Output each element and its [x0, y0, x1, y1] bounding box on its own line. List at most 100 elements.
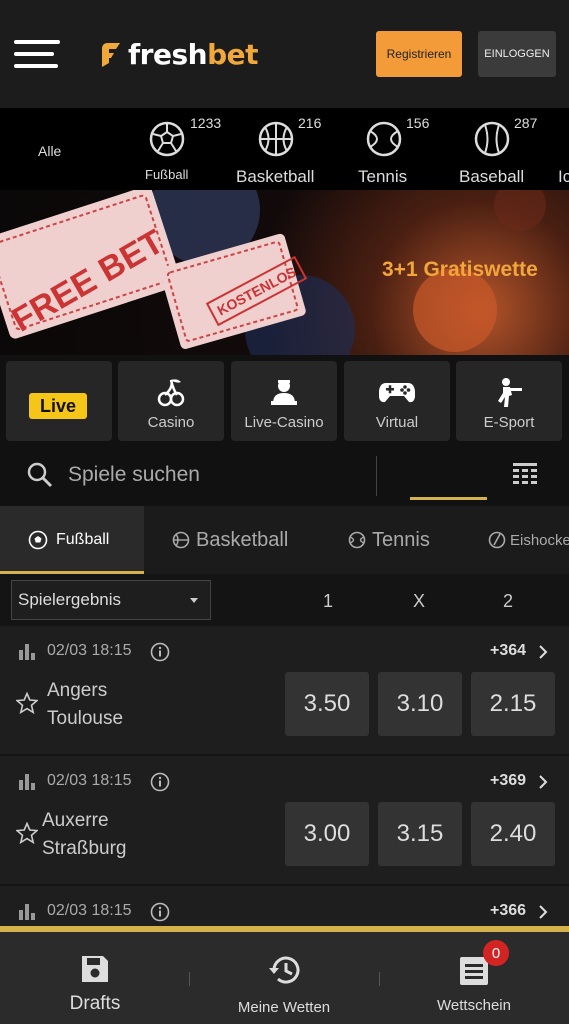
search-icon[interactable]	[27, 462, 53, 488]
quick-tiles: Live Casino Live-Casino Virtual E-Sport	[0, 355, 569, 448]
tile-esport[interactable]: E-Sport	[456, 361, 562, 441]
odd-away-button[interactable]: 2.40	[471, 802, 555, 866]
sport-label-fussball: Fußball	[145, 167, 189, 182]
match-row[interactable]: 02/03 18:15 +366	[0, 886, 569, 926]
cherries-icon	[157, 379, 185, 407]
search-input[interactable]: Spiele suchen	[68, 463, 200, 487]
tab-tennis[interactable]: Tennis	[348, 506, 458, 574]
sport-item-all[interactable]: Alle	[20, 108, 80, 190]
column-header-2: 2	[503, 591, 514, 611]
match-row[interactable]: 02/03 18:15 +369 Auxerre Straßburg 3.00 …	[0, 756, 569, 884]
chevron-down-icon	[190, 598, 198, 603]
tile-virtual[interactable]: Virtual	[344, 361, 450, 441]
odd-draw-button[interactable]: 3.15	[378, 802, 462, 866]
stats-icon[interactable]	[18, 643, 36, 661]
odd-draw-button[interactable]: 3.10	[378, 672, 462, 736]
stats-icon[interactable]	[18, 903, 36, 921]
info-icon[interactable]	[150, 772, 170, 792]
stats-icon[interactable]	[18, 773, 36, 791]
promo-banner[interactable]: FREE BET KOSTENLOS 3+1 Gratiswette	[0, 190, 569, 355]
match-datetime: 02/03 18:15	[47, 902, 132, 919]
odd-home-button[interactable]: 3.50	[285, 672, 369, 736]
banner-headline: 3+1 Gratiswette	[382, 258, 538, 281]
live-badge: Live	[29, 393, 87, 419]
sport-item-tennis[interactable]: 156 Tennis	[350, 108, 430, 190]
sport-tabs: Fußball Basketball Tennis Eishockey	[0, 506, 569, 574]
freshbet-logo[interactable]: freshbet	[100, 38, 259, 71]
sport-label-tennis: Tennis	[358, 167, 408, 186]
tile-live[interactable]: Live	[6, 361, 112, 441]
more-markets-count[interactable]: +366	[490, 902, 526, 920]
info-icon[interactable]	[150, 642, 170, 662]
nav-label-my-bets: Meine Wetten	[237, 999, 331, 1016]
market-select[interactable]: Spielergebnis	[11, 580, 211, 620]
match-datetime: 02/03 18:15	[47, 642, 132, 659]
info-icon[interactable]	[150, 902, 170, 922]
tile-label-live-casino: Live-Casino	[244, 414, 324, 431]
more-markets-count[interactable]: +369	[490, 772, 526, 790]
market-header: Spielergebnis 1 X 2	[0, 574, 569, 626]
nav-my-bets[interactable]: Meine Wetten	[224, 932, 344, 1024]
tab-basketball[interactable]: Basketball	[172, 506, 322, 574]
sport-item-partial[interactable]: Ic	[556, 108, 569, 190]
history-icon	[269, 956, 300, 984]
tab-fussball[interactable]: Fußball	[0, 506, 144, 574]
odd-away-button[interactable]: 2.15	[471, 672, 555, 736]
nav-label-betslip: Wettschein	[437, 997, 511, 1014]
gamepad-icon	[379, 383, 415, 403]
tennis-ball-icon	[366, 121, 402, 157]
sport-label-partial: Ic	[558, 167, 569, 186]
login-button[interactable]: EINLOGGEN	[478, 31, 556, 77]
baseball-icon	[474, 121, 510, 157]
tab-label-eishockey: Eishockey	[510, 531, 569, 549]
top-header: freshbet Registrieren EINLOGGEN	[0, 0, 569, 108]
soldier-icon	[498, 378, 522, 407]
basketball-icon	[258, 121, 294, 157]
chevron-right-icon[interactable]	[538, 645, 548, 659]
register-button[interactable]: Registrieren	[376, 31, 462, 77]
column-header-x: X	[413, 591, 426, 611]
floppy-disk-icon	[82, 956, 108, 982]
menu-icon[interactable]	[14, 40, 60, 70]
favorite-star-icon[interactable]	[16, 692, 38, 714]
dealer-icon	[271, 380, 297, 405]
chevron-right-icon[interactable]	[538, 775, 548, 789]
match-row[interactable]: 02/03 18:15 +364 Angers Toulouse 3.50 3.…	[0, 626, 569, 754]
logo-text-fresh: fresh	[128, 38, 208, 71]
search-row: Spiele suchen	[0, 448, 569, 506]
more-markets-count[interactable]: +364	[490, 642, 526, 660]
tennis-ball-icon	[348, 531, 366, 549]
market-select-value: Spielergebnis	[18, 590, 122, 609]
sport-item-fussball[interactable]: 1233 Fußball	[136, 108, 236, 190]
team-away: Toulouse	[47, 708, 124, 729]
bottom-navigation: Drafts Meine Wetten Wettschein	[0, 926, 569, 1024]
odd-home-button[interactable]: 3.00	[285, 802, 369, 866]
nav-separator	[379, 972, 380, 986]
tab-eishockey[interactable]: Eishockey	[488, 506, 569, 574]
tile-live-casino[interactable]: Live-Casino	[231, 361, 337, 441]
favorite-star-icon[interactable]	[16, 822, 38, 844]
search-divider	[376, 456, 377, 496]
nav-separator	[189, 972, 190, 986]
nav-betslip[interactable]: Wettschein	[424, 932, 524, 1024]
sport-count-fussball: 1233	[190, 115, 222, 131]
team-home: Angers	[47, 680, 108, 701]
table-view-icon[interactable]	[513, 463, 537, 485]
sports-category-bar: Alle 1233 Fußball 216 Basketball 156 Ten…	[0, 108, 569, 190]
hockey-stick-icon	[488, 531, 506, 549]
sport-item-basketball[interactable]: 216 Basketball	[234, 108, 334, 190]
sport-count-tennis: 156	[406, 115, 430, 131]
sport-label-baseball: Baseball	[459, 167, 525, 186]
sport-count-baseball: 287	[514, 115, 538, 131]
logo-mark-icon	[102, 42, 120, 67]
tile-casino[interactable]: Casino	[118, 361, 224, 441]
tab-label-basketball: Basketball	[196, 528, 289, 551]
logo-text-bet: bet	[207, 38, 259, 71]
sport-label-basketball: Basketball	[236, 167, 315, 186]
soccer-ball-icon	[28, 530, 48, 550]
sport-item-baseball[interactable]: 287 Baseball	[454, 108, 544, 190]
chevron-right-icon[interactable]	[538, 905, 548, 919]
tile-label-esport: E-Sport	[483, 414, 535, 431]
match-datetime: 02/03 18:15	[47, 772, 132, 789]
nav-drafts[interactable]: Drafts	[40, 932, 150, 1024]
